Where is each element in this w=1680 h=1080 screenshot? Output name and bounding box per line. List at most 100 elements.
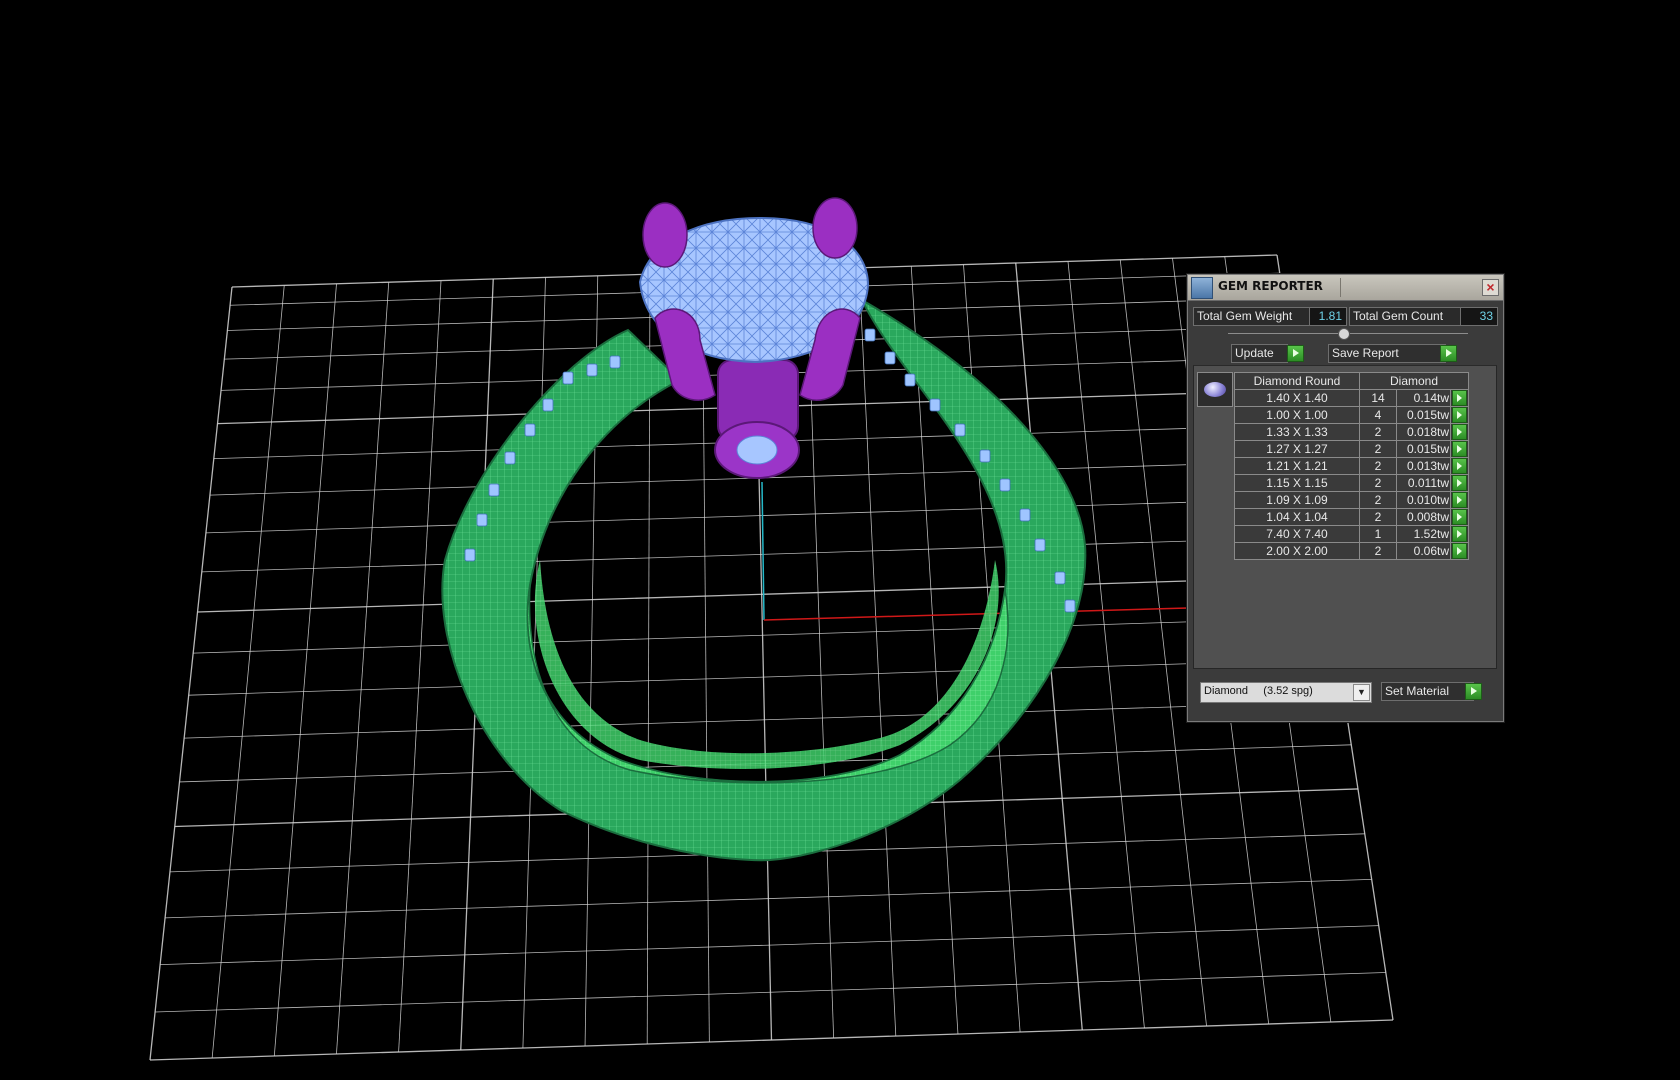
row-action-cell <box>1450 491 1469 509</box>
table-row[interactable]: 1.09 X 1.09 2 0.010tw <box>1234 491 1469 509</box>
total-gem-count-label: Total Gem Count <box>1349 307 1464 326</box>
table-row[interactable]: 1.00 X 1.00 4 0.015tw <box>1234 406 1469 424</box>
gem-count: 2 <box>1359 491 1397 509</box>
close-icon[interactable]: × <box>1482 279 1499 296</box>
table-row[interactable]: 1.04 X 1.04 2 0.008tw <box>1234 508 1469 526</box>
update-button[interactable] <box>1287 345 1304 362</box>
side-stone <box>864 328 876 342</box>
row-select-button[interactable] <box>1452 458 1467 474</box>
gem-count: 2 <box>1359 457 1397 475</box>
side-stone <box>1064 599 1076 613</box>
save-report-button[interactable] <box>1440 345 1457 362</box>
gem-list-area: Diamond Round Diamond 1.40 X 1.40 14 0.14t… <box>1193 365 1497 669</box>
ring-model[interactable] <box>441 197 1087 862</box>
table-row[interactable]: 1.15 X 1.15 2 0.011tw <box>1234 474 1469 492</box>
gem-count: 1 <box>1359 525 1397 543</box>
material-select[interactable]: Diamond (3.52 spg) ▼ <box>1200 682 1372 703</box>
column-header-material: Diamond <box>1359 372 1469 390</box>
side-stone <box>476 513 488 527</box>
table-row[interactable]: 1.40 X 1.40 14 0.14tw <box>1234 389 1469 407</box>
basket-stone <box>736 435 778 465</box>
side-stone <box>979 449 991 463</box>
gem-size: 1.27 X 1.27 <box>1234 440 1360 458</box>
row-select-button[interactable] <box>1452 424 1467 440</box>
table-row[interactable]: 1.33 X 1.33 2 0.018tw <box>1234 423 1469 441</box>
gem-size: 1.21 X 1.21 <box>1234 457 1360 475</box>
side-stone <box>488 483 500 497</box>
save-report-button-label[interactable]: Save Report <box>1328 344 1446 363</box>
gem-size: 1.09 X 1.09 <box>1234 491 1360 509</box>
gem-weight: 0.06tw <box>1396 542 1451 560</box>
side-stone <box>464 548 476 562</box>
gem-count: 2 <box>1359 440 1397 458</box>
row-select-button[interactable] <box>1452 441 1467 457</box>
prong <box>642 202 688 268</box>
grid-line <box>149 286 233 1061</box>
panel-slider-knob[interactable] <box>1338 328 1350 340</box>
side-stone <box>524 423 536 437</box>
row-select-button[interactable] <box>1452 543 1467 559</box>
set-material-button-label[interactable]: Set Material <box>1381 682 1474 701</box>
gem-weight: 0.008tw <box>1396 508 1451 526</box>
side-stone <box>1034 538 1046 552</box>
total-gem-weight-label: Total Gem Weight <box>1193 307 1313 326</box>
gem-reporter-panel: GEM REPORTER × Total Gem Weight 1.81 Tot… <box>1187 274 1504 722</box>
gem-count: 2 <box>1359 474 1397 492</box>
table-row[interactable]: 2.00 X 2.00 2 0.06tw <box>1234 542 1469 560</box>
chevron-down-icon[interactable]: ▼ <box>1353 684 1370 701</box>
row-select-button[interactable] <box>1452 526 1467 542</box>
material-select-value: Diamond (3.52 spg) <box>1204 685 1313 697</box>
row-select-button[interactable] <box>1452 492 1467 508</box>
gem-size: 1.00 X 1.00 <box>1234 406 1360 424</box>
gem-weight: 0.018tw <box>1396 423 1451 441</box>
prong <box>812 197 858 259</box>
gem-size: 1.15 X 1.15 <box>1234 474 1360 492</box>
table-row[interactable]: 1.21 X 1.21 2 0.013tw <box>1234 457 1469 475</box>
row-action-cell <box>1450 474 1469 492</box>
row-select-button[interactable] <box>1452 390 1467 406</box>
gem-size: 7.40 X 7.40 <box>1234 525 1360 543</box>
gem-size: 2.00 X 2.00 <box>1234 542 1360 560</box>
gem-reporter-titlebar[interactable]: GEM REPORTER × <box>1188 275 1503 301</box>
gem-size: 1.04 X 1.04 <box>1234 508 1360 526</box>
side-stone <box>904 373 916 387</box>
side-stone <box>884 351 896 365</box>
gem-size: 1.33 X 1.33 <box>1234 423 1360 441</box>
side-stone <box>609 355 621 369</box>
table-row[interactable]: 1.27 X 1.27 2 0.015tw <box>1234 440 1469 458</box>
side-stone <box>954 423 966 437</box>
row-select-button[interactable] <box>1452 509 1467 525</box>
panel-title: GEM REPORTER <box>1218 279 1323 293</box>
gem-weight: 0.015tw <box>1396 440 1451 458</box>
row-action-cell <box>1450 508 1469 526</box>
grid-line <box>1067 261 1145 1029</box>
row-select-button[interactable] <box>1452 475 1467 491</box>
table-row[interactable]: 7.40 X 7.40 1 1.52tw <box>1234 525 1469 543</box>
x-axis <box>763 607 1189 621</box>
column-header-shape: Diamond Round <box>1234 372 1360 390</box>
side-stone <box>999 478 1011 492</box>
side-stone <box>586 363 598 377</box>
grid-line <box>858 267 897 1037</box>
gem-count: 14 <box>1359 389 1397 407</box>
side-stone <box>929 398 941 412</box>
gem-count: 2 <box>1359 508 1397 526</box>
row-action-cell <box>1450 389 1469 407</box>
side-stone <box>542 398 554 412</box>
grid-line <box>211 285 285 1059</box>
grid-line <box>273 283 337 1057</box>
side-stone <box>1019 508 1031 522</box>
gem-weight: 0.14tw <box>1396 389 1451 407</box>
gem-table: Diamond Round Diamond 1.40 X 1.40 14 0.14t… <box>1234 372 1469 560</box>
gem-count: 2 <box>1359 542 1397 560</box>
gem-weight: 0.013tw <box>1396 457 1451 475</box>
gem-weight: 0.011tw <box>1396 474 1451 492</box>
set-material-button[interactable] <box>1465 683 1482 700</box>
row-action-cell <box>1450 542 1469 560</box>
diamond-round-icon[interactable] <box>1197 372 1233 407</box>
row-select-button[interactable] <box>1452 407 1467 423</box>
row-action-cell <box>1450 440 1469 458</box>
update-button-label[interactable]: Update <box>1231 344 1288 363</box>
side-stone <box>562 371 574 385</box>
gem-size: 1.40 X 1.40 <box>1234 389 1360 407</box>
